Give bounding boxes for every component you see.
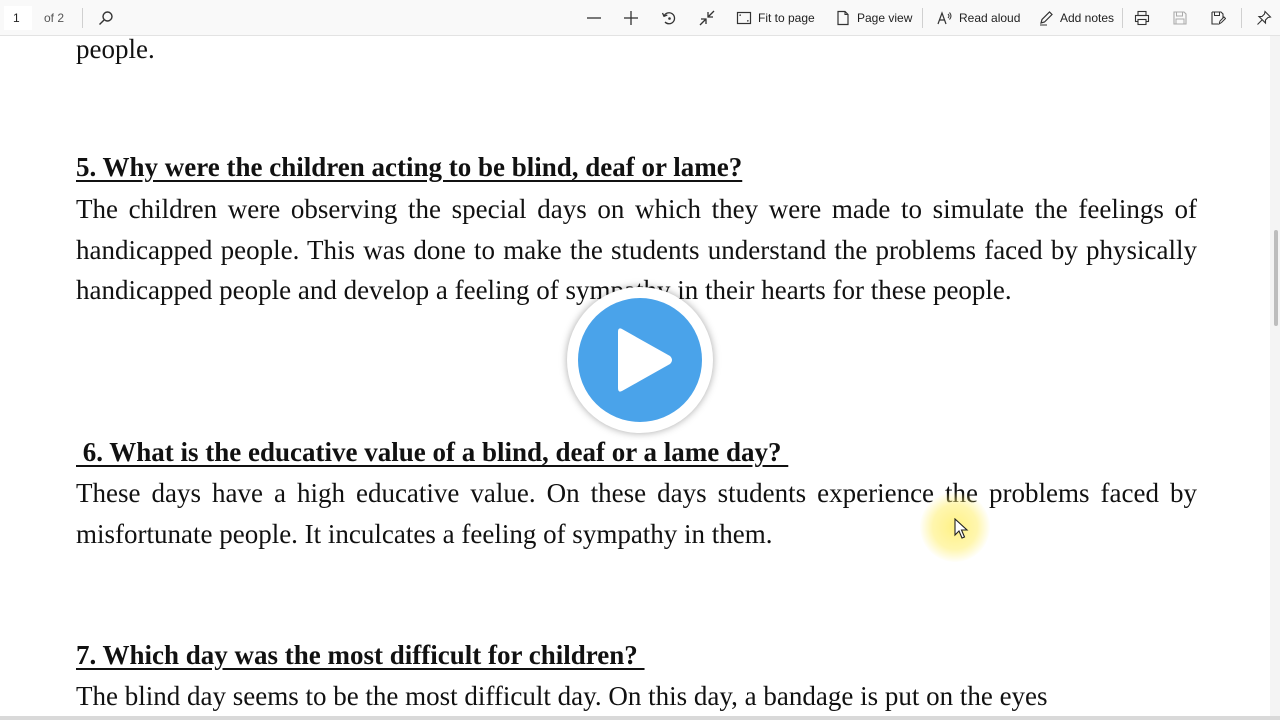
print-icon[interactable] — [1132, 6, 1152, 30]
pdf-toolbar: 1 of 2 Fit to page Page view Read aloud … — [0, 0, 1280, 36]
page-count-label: of 2 — [44, 11, 65, 25]
page-view-icon — [837, 10, 849, 26]
read-aloud-label: Read aloud — [959, 11, 1021, 25]
rotate-icon[interactable] — [659, 6, 679, 30]
read-aloud-icon — [937, 11, 952, 25]
bottom-edge — [0, 716, 1280, 720]
pen-icon — [1040, 11, 1053, 26]
fit-to-page-icon — [736, 11, 752, 25]
toolbar-divider — [1122, 8, 1123, 28]
add-notes-label: Add notes — [1060, 11, 1115, 25]
question-7-heading: 7. Which day was the most difficult for … — [76, 640, 645, 670]
question-6-heading: 6. What is the educative value of a blin… — [76, 437, 789, 467]
fit-to-page-label: Fit to page — [758, 11, 815, 25]
add-notes-button[interactable]: Add notes — [1038, 6, 1114, 30]
play-icon — [618, 328, 672, 392]
toolbar-divider — [922, 8, 923, 28]
page-number-input[interactable]: 1 — [4, 6, 32, 30]
vertical-scrollbar[interactable] — [1270, 36, 1280, 720]
mouse-cursor-icon — [954, 518, 969, 539]
save-as-icon[interactable] — [1208, 6, 1228, 30]
collapse-icon[interactable] — [697, 6, 717, 30]
scrollbar-thumb[interactable] — [1274, 230, 1278, 326]
zoom-in-icon[interactable] — [621, 6, 641, 30]
read-aloud-button[interactable]: Read aloud — [937, 6, 1020, 30]
page-view-label: Page view — [857, 11, 913, 25]
pin-icon[interactable] — [1254, 6, 1274, 30]
fit-to-page-button[interactable]: Fit to page — [736, 6, 815, 30]
toolbar-divider — [82, 8, 83, 28]
page-number-value: 1 — [13, 11, 20, 25]
question-6-answer: These days have a high educative value. … — [76, 478, 1197, 549]
search-icon[interactable] — [96, 6, 116, 30]
toolbar-divider — [1241, 8, 1242, 28]
page-view-button[interactable]: Page view — [835, 6, 912, 30]
question-5-heading: 5. Why were the children acting to be bl… — [76, 152, 743, 182]
save-icon[interactable] — [1170, 6, 1190, 30]
zoom-out-icon[interactable] — [584, 6, 604, 30]
question-7-answer: The blind day seems to be the most diffi… — [76, 681, 1048, 711]
top-text-fragment: people. — [76, 36, 155, 64]
